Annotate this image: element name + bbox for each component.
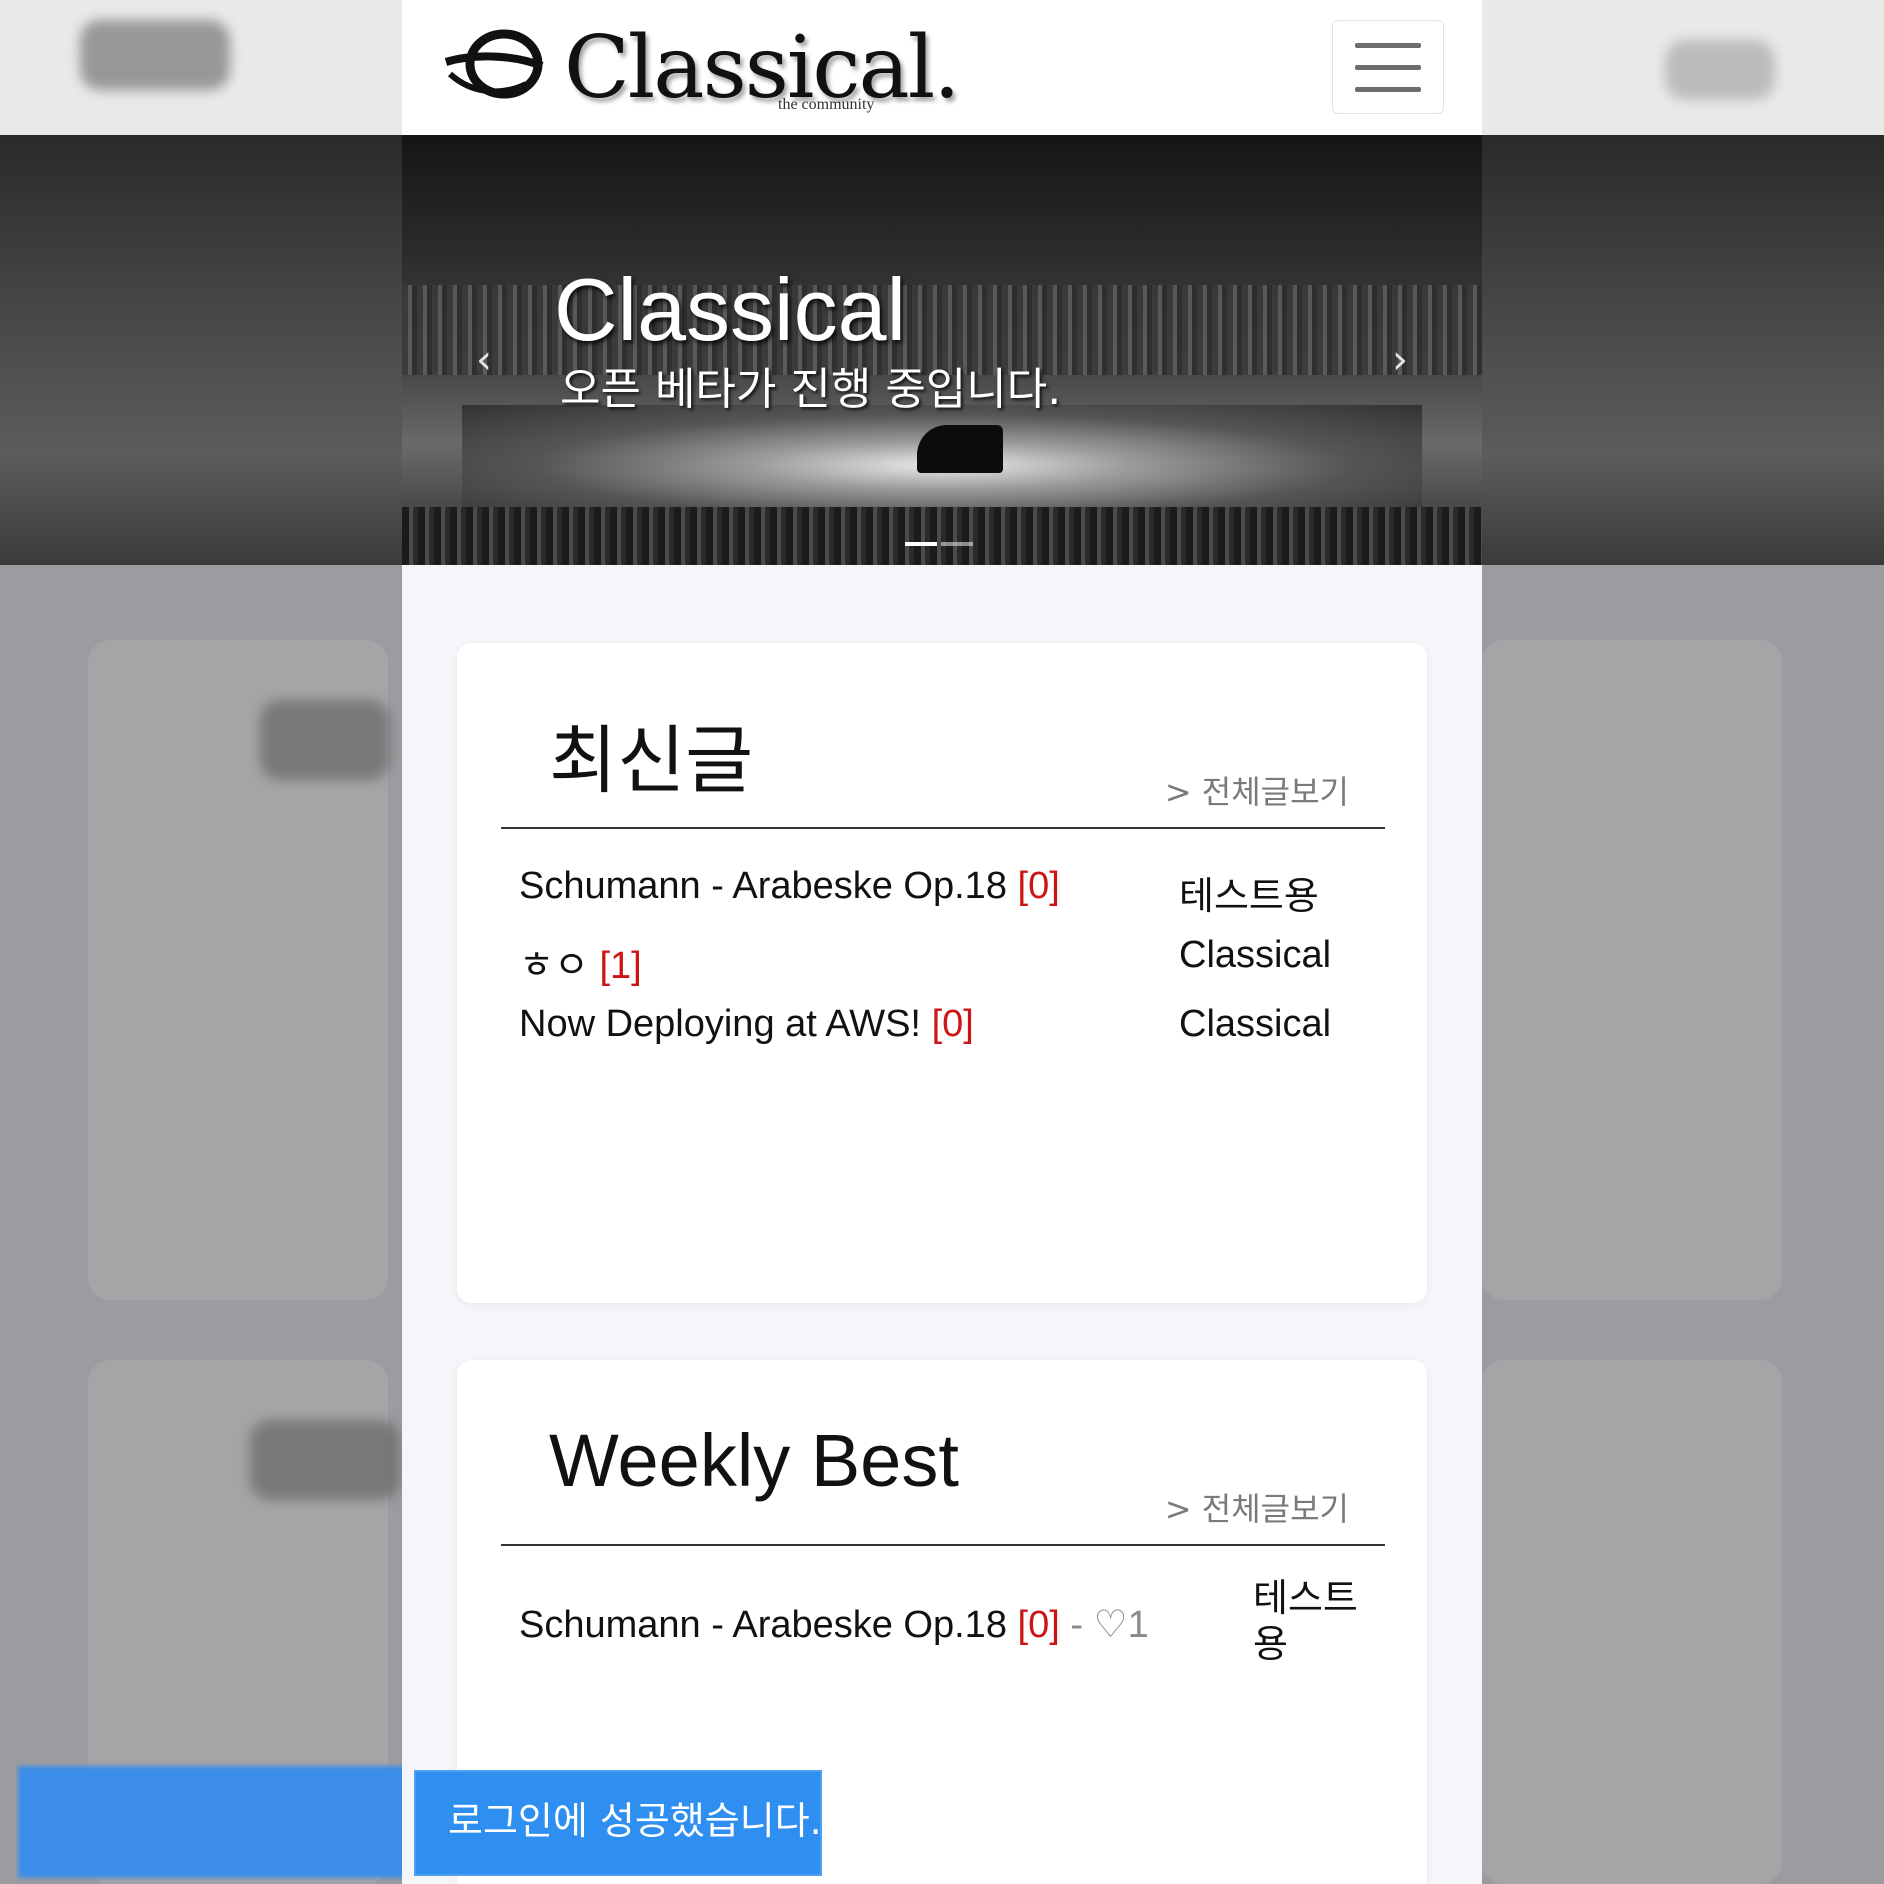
post-title: Schumann - Arabeske Op.18 (519, 865, 1007, 907)
piano-silhouette (917, 425, 1003, 473)
latest-view-all-link[interactable]: > 전체글보기 (1165, 767, 1349, 813)
like-count: - ♡1 (1070, 1604, 1149, 1646)
navbar: Classical. the community (402, 0, 1482, 135)
post-row: Schumann - Arabeske Op.18 [0] - ♡1 테스트용 (519, 1578, 1379, 1666)
latest-posts-title: 최신글 (549, 719, 754, 802)
carousel-next-icon[interactable]: › (1380, 335, 1420, 385)
comment-count: [0] (1017, 1604, 1060, 1646)
post-title: Schumann - Arabeske Op.18 (519, 1604, 1007, 1646)
post-author: Classical (1179, 934, 1332, 976)
divider (501, 1544, 1385, 1546)
comment-count: [0] (931, 1003, 974, 1045)
brand-tagline: the community (778, 96, 875, 113)
post-row: ㅎㅇ [1] Classical (519, 934, 1379, 994)
carousel-prev-icon[interactable]: ‹ (464, 335, 504, 385)
brand-logo[interactable]: Classical. the community (442, 14, 962, 124)
post-author: 테스트용 (1179, 876, 1319, 918)
post-title-link[interactable]: Schumann - Arabeske Op.18 [0] (519, 865, 1060, 908)
post-author: 테스트용 (1253, 1578, 1358, 1666)
backdrop-logo-blur (80, 20, 230, 90)
menu-toggle-button[interactable] (1332, 20, 1444, 114)
carousel-indicator[interactable] (941, 542, 973, 546)
post-row: Schumann - Arabeske Op.18 [0] 테스트용 (519, 865, 1379, 925)
hamburger-line (1355, 87, 1421, 92)
backdrop-toast (18, 1766, 418, 1878)
post-author: Classical (1179, 1003, 1332, 1045)
hamburger-line (1355, 65, 1421, 70)
weekly-view-all-link[interactable]: > 전체글보기 (1165, 1484, 1349, 1530)
backdrop-heading-blur-2 (250, 1420, 400, 1500)
hero-carousel: Classical 오픈 베타가 진행 중입니다. ‹ › (402, 135, 1482, 565)
post-title: ㅎㅇ (519, 945, 589, 987)
hero-title: Classical (554, 260, 907, 359)
hamburger-line (1355, 43, 1421, 48)
comment-count: [0] (1017, 865, 1060, 907)
treble-swirl-icon (444, 29, 544, 99)
login-success-toast[interactable]: 로그인에 성공했습니다. (414, 1770, 822, 1876)
backdrop-menu-blur (1665, 40, 1775, 100)
brand-name: Classical. (564, 18, 961, 118)
backdrop-heading-blur (260, 700, 390, 780)
post-title-link[interactable]: Schumann - Arabeske Op.18 [0] - ♡1 (519, 1602, 1149, 1647)
latest-posts-card: 최신글 > 전체글보기 Schumann - Arabeske Op.18 [0… (457, 643, 1427, 1303)
weekly-best-title: Weekly Best (549, 1419, 959, 1502)
post-title-link[interactable]: ㅎㅇ [1] (519, 934, 642, 989)
carousel-indicators (905, 531, 985, 546)
mobile-page: Classical. the community Classical 오픈 베타… (402, 0, 1482, 1884)
post-title-link[interactable]: Now Deploying at AWS! [0] (519, 1003, 974, 1046)
post-title: Now Deploying at AWS! (519, 1003, 921, 1045)
backdrop-card-right (1482, 640, 1782, 1300)
post-row: Now Deploying at AWS! [0] Classical (519, 1003, 1379, 1063)
backdrop-card-right-2 (1482, 1360, 1782, 1884)
hero-subtitle: 오픈 베타가 진행 중입니다. (560, 364, 1062, 415)
carousel-indicator[interactable] (905, 542, 937, 546)
divider (501, 827, 1385, 829)
comment-count: [1] (599, 945, 642, 987)
